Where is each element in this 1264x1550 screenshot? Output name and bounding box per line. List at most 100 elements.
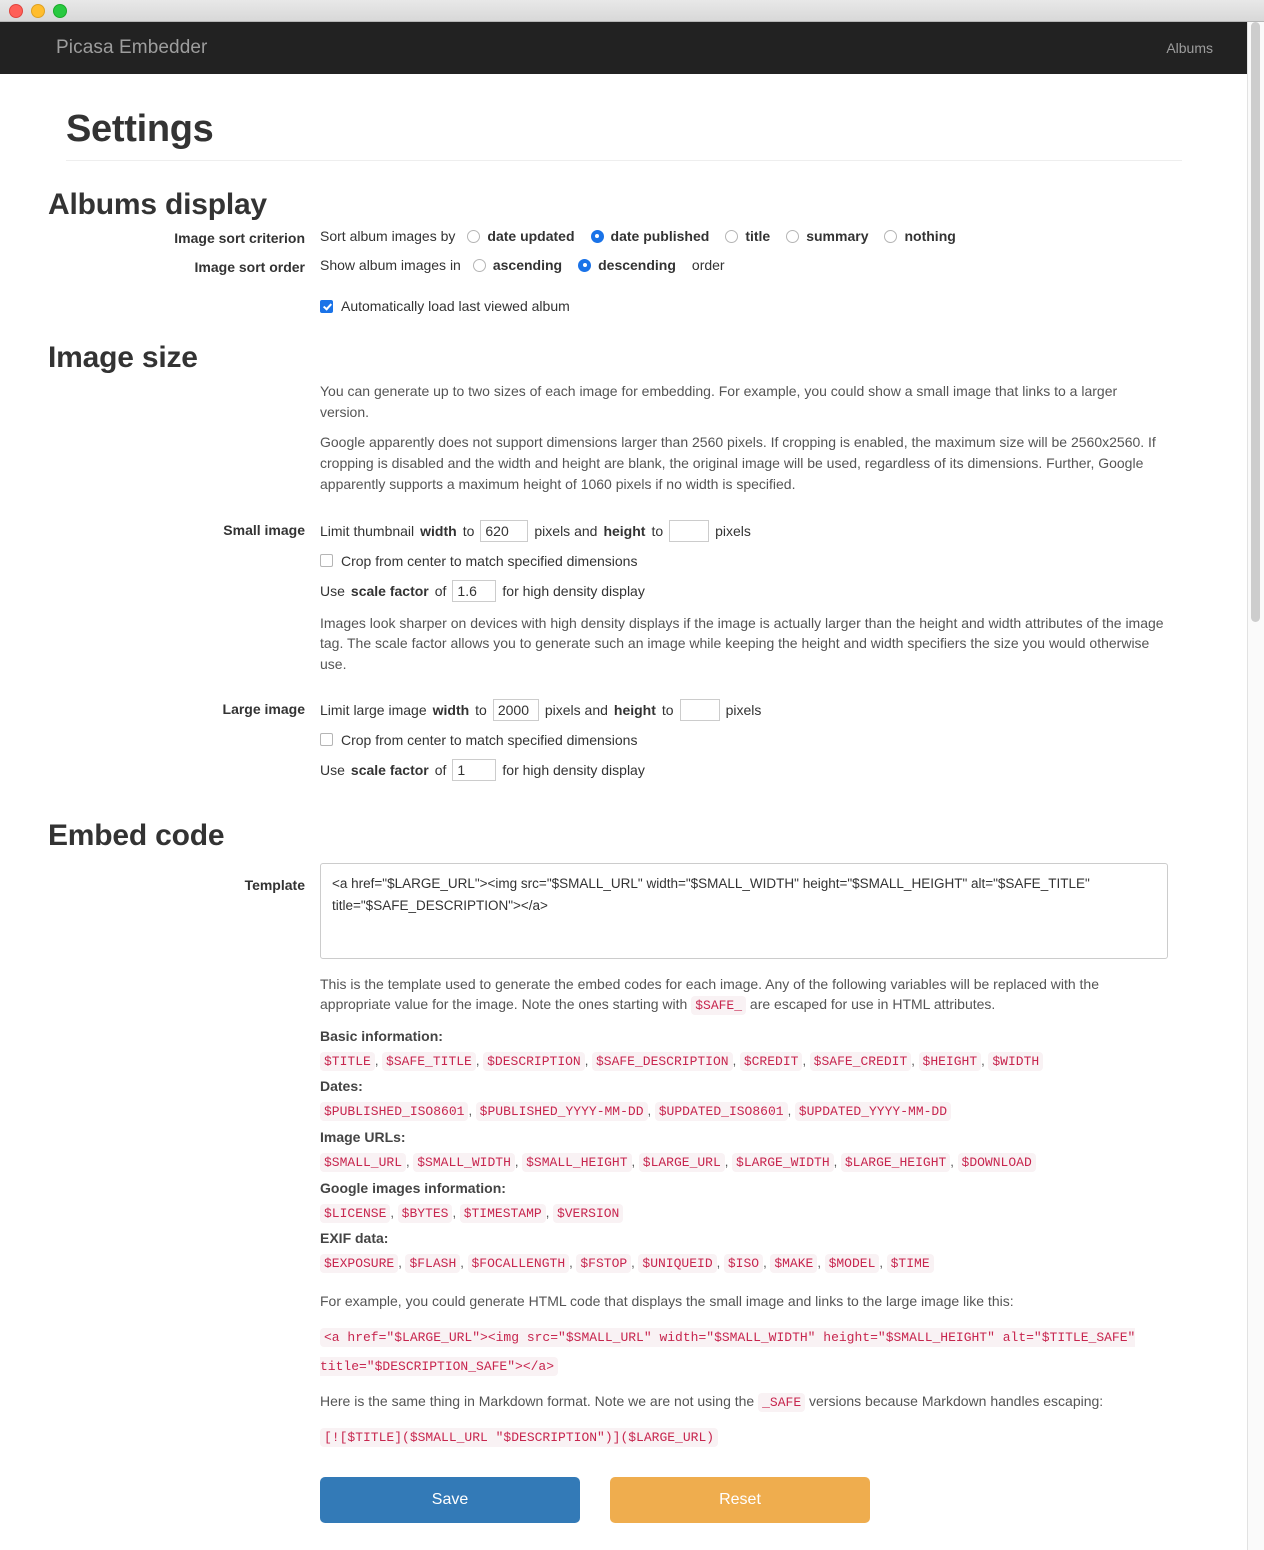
radio-ascending[interactable]: ascending xyxy=(472,257,563,273)
checkbox-small-crop[interactable]: Crop from center to match specified dime… xyxy=(320,553,1200,569)
variable-group-exif: EXIF data: $EXPOSURE, $FLASH, $FOCALLENG… xyxy=(320,1228,1200,1277)
small-mid-text: pixels and xyxy=(534,522,598,539)
form-row-small-image: Small image Limit thumbnail width to pix… xyxy=(48,519,1200,685)
radio-nothing[interactable]: nothing xyxy=(884,228,956,244)
small-to-word-2: to xyxy=(651,522,664,539)
page-title: Settings xyxy=(66,108,214,150)
label-image-sort-criterion: Image sort criterion xyxy=(174,230,305,246)
large-scale-input[interactable] xyxy=(452,758,497,781)
var-chip: $SMALL_HEIGHT xyxy=(522,1153,632,1173)
radio-circle-icon[interactable] xyxy=(725,229,739,243)
variable-list: $PUBLISHED_ISO8601, $PUBLISHED_YYYY-MM-D… xyxy=(320,1097,1180,1125)
minimize-window-icon[interactable] xyxy=(31,3,45,18)
markdown-code-block: [![$TITLE]($SMALL_URL "$DESCRIPTION")]($… xyxy=(320,1422,1140,1451)
var-chip: $LICENSE xyxy=(320,1203,391,1223)
label-small-image: Small image xyxy=(223,521,305,538)
var-chip: $WIDTH xyxy=(988,1051,1044,1071)
radio-circle-icon[interactable] xyxy=(578,258,592,272)
reset-button[interactable]: Reset xyxy=(610,1477,870,1524)
small-height-input[interactable] xyxy=(669,519,710,542)
large-scale-factor-line: Use scale factor of for high density dis… xyxy=(320,758,1200,781)
top-navbar: Picasa Embedder Albums xyxy=(0,22,1247,74)
variable-group-google-images: Google images information: $LICENSE, $BY… xyxy=(320,1178,1200,1227)
label-intro-spacer xyxy=(48,381,320,383)
radio-circle-icon[interactable] xyxy=(884,229,898,243)
label-autoload-spacer xyxy=(48,286,320,288)
radio-circle-icon[interactable] xyxy=(472,258,486,272)
radio-circle-icon[interactable] xyxy=(786,229,800,243)
checkbox-icon[interactable] xyxy=(320,299,333,313)
vertical-scrollbar-thumb[interactable] xyxy=(1251,22,1260,622)
nav-link-albums[interactable]: Albums xyxy=(1151,22,1228,74)
radio-circle-icon[interactable] xyxy=(467,229,481,243)
large-height-input[interactable] xyxy=(679,698,720,721)
app-brand[interactable]: Picasa Embedder xyxy=(56,37,207,59)
radio-label: ascending xyxy=(492,257,563,273)
template-textarea[interactable] xyxy=(320,862,1168,959)
variable-list: $EXPOSURE, $FLASH, $FOCALLENGTH, $FSTOP,… xyxy=(320,1249,1180,1277)
small-scale-word: scale factor xyxy=(350,582,429,599)
window-title-bar xyxy=(0,0,1264,22)
radio-descending[interactable]: descending xyxy=(578,257,676,273)
large-to-word-2: to xyxy=(661,701,674,718)
checkbox-label: Crop from center to match specified dime… xyxy=(341,552,638,569)
radio-label: summary xyxy=(806,228,869,244)
embed-template-description: This is the template used to generate th… xyxy=(320,974,1166,1016)
safe-prefix-chip: $SAFE_ xyxy=(691,996,747,1016)
vertical-scrollbar-track[interactable] xyxy=(1247,22,1264,1550)
variable-list: $TITLE, $SAFE_TITLE, $DESCRIPTION, $SAFE… xyxy=(320,1047,1180,1075)
radio-group-sort-criterion: Sort album images by date updated date p… xyxy=(320,228,1200,244)
radio-date-updated[interactable]: date updated xyxy=(467,228,575,244)
variable-group-basic: Basic information: $TITLE, $SAFE_TITLE, … xyxy=(320,1026,1200,1075)
form-row-sort-order: Image sort order Show album images in as… xyxy=(48,257,1200,277)
section-embed-code-title: Embed code xyxy=(48,818,225,852)
markdown-intro-part-2: versions because Markdown handles escapi… xyxy=(809,1393,1104,1410)
var-chip: $ISO xyxy=(723,1254,764,1274)
small-line-prefix: Limit thumbnail xyxy=(320,522,415,539)
form-row-template: Template This is the template used to ge… xyxy=(48,862,1200,1524)
large-width-input[interactable] xyxy=(492,698,539,721)
large-scale-prefix: Use xyxy=(320,761,345,778)
embed-desc-part-2: are escaped for use in HTML attributes. xyxy=(749,996,996,1013)
small-scale-input[interactable] xyxy=(452,579,497,602)
checkbox-large-crop[interactable]: Crop from center to match specified dime… xyxy=(320,732,1200,748)
small-width-input[interactable] xyxy=(480,519,529,542)
var-chip: $LARGE_URL xyxy=(638,1153,725,1173)
checkbox-autoload-last-album[interactable]: Automatically load last viewed album xyxy=(320,298,1200,314)
checkbox-icon[interactable] xyxy=(320,554,333,568)
large-mid-text: pixels and xyxy=(544,701,608,718)
variable-group-image-urls: Image URLs: $SMALL_URL, $SMALL_WIDTH, $S… xyxy=(320,1127,1200,1176)
variable-group-heading: Basic information: xyxy=(320,1027,443,1044)
example-intro-text: For example, you could generate HTML cod… xyxy=(320,1293,1014,1310)
small-scale-prefix: Use xyxy=(320,582,345,599)
small-scale-suffix: for high density display xyxy=(502,582,645,599)
close-window-icon[interactable] xyxy=(9,3,23,18)
markdown-intro-text: Here is the same thing in Markdown forma… xyxy=(320,1391,1166,1413)
checkbox-label: Crop from center to match specified dime… xyxy=(341,731,638,748)
large-scale-word: scale factor xyxy=(350,761,429,778)
label-image-sort-order: Image sort order xyxy=(194,259,305,275)
small-height-word: height xyxy=(603,522,646,539)
save-button[interactable]: Save xyxy=(320,1477,580,1524)
radio-circle-icon[interactable] xyxy=(590,229,604,243)
checkbox-icon[interactable] xyxy=(320,733,333,747)
radio-summary[interactable]: summary xyxy=(786,228,868,244)
var-chip: $UNIQUEID xyxy=(638,1254,717,1274)
variable-list: $SMALL_URL, $SMALL_WIDTH, $SMALL_HEIGHT,… xyxy=(320,1148,1180,1176)
var-chip: $SAFE_CREDIT xyxy=(809,1051,912,1071)
variable-group-heading: Image URLs: xyxy=(320,1129,406,1146)
large-to-word-1: to xyxy=(475,701,487,718)
small-width-word: width xyxy=(420,522,457,539)
radio-label: date published xyxy=(610,228,710,244)
section-image-size-title: Image size xyxy=(48,341,198,374)
variable-group-heading: Google images information: xyxy=(320,1179,506,1196)
maximize-window-icon[interactable] xyxy=(53,3,67,18)
var-chip: $PUBLISHED_ISO8601 xyxy=(320,1102,469,1122)
form-action-buttons: Save Reset xyxy=(320,1477,1200,1524)
large-height-word: height xyxy=(613,701,656,718)
small-scale-of: of xyxy=(434,582,447,599)
small-to-word-1: to xyxy=(462,522,475,539)
radio-date-published[interactable]: date published xyxy=(590,228,710,244)
var-chip: $FOCALLENGTH xyxy=(467,1254,570,1274)
radio-title[interactable]: title xyxy=(725,228,770,244)
